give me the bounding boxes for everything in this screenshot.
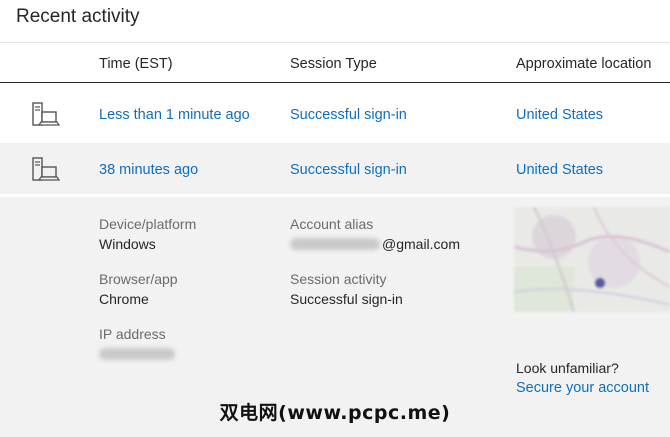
row-time-link[interactable]: 38 minutes ago bbox=[99, 161, 198, 179]
account-alias-redacted bbox=[290, 238, 380, 250]
column-header-location: Approximate location bbox=[516, 56, 652, 72]
title-divider bbox=[0, 42, 670, 43]
row-location-link[interactable]: United States bbox=[516, 161, 603, 179]
column-header-session-type: Session Type bbox=[290, 56, 377, 72]
session-activity-value: Successful sign-in bbox=[290, 291, 403, 307]
look-unfamiliar-text: Look unfamiliar? bbox=[516, 360, 619, 376]
browser-app-label: Browser/app bbox=[99, 271, 178, 287]
browser-app-value: Chrome bbox=[99, 291, 149, 307]
computer-icon bbox=[32, 157, 61, 181]
row-session-link[interactable]: Successful sign-in bbox=[290, 106, 407, 124]
row-location-link[interactable]: United States bbox=[516, 106, 603, 124]
account-alias-domain: @gmail.com bbox=[382, 236, 461, 252]
session-activity-label: Session activity bbox=[290, 271, 387, 287]
location-map bbox=[514, 207, 670, 312]
header-divider bbox=[0, 82, 670, 83]
ip-address-label: IP address bbox=[99, 326, 166, 342]
ip-address-redacted bbox=[99, 348, 175, 360]
device-platform-label: Device/platform bbox=[99, 216, 197, 232]
computer-icon bbox=[32, 102, 61, 126]
row-time-link[interactable]: Less than 1 minute ago bbox=[99, 106, 250, 124]
account-alias-label: Account alias bbox=[290, 216, 374, 232]
secure-account-link[interactable]: Secure your account bbox=[516, 379, 649, 397]
watermark: 双电网(www.pcpc.me) bbox=[219, 402, 451, 424]
activity-row-2[interactable]: 38 minutes ago Successful sign-in United… bbox=[0, 143, 670, 195]
device-platform-value: Windows bbox=[99, 236, 156, 252]
activity-row-1[interactable]: Less than 1 minute ago Successful sign-i… bbox=[0, 88, 670, 141]
row-session-link[interactable]: Successful sign-in bbox=[290, 161, 407, 179]
page-title: Recent activity bbox=[16, 6, 140, 27]
column-header-time: Time (EST) bbox=[99, 56, 173, 72]
